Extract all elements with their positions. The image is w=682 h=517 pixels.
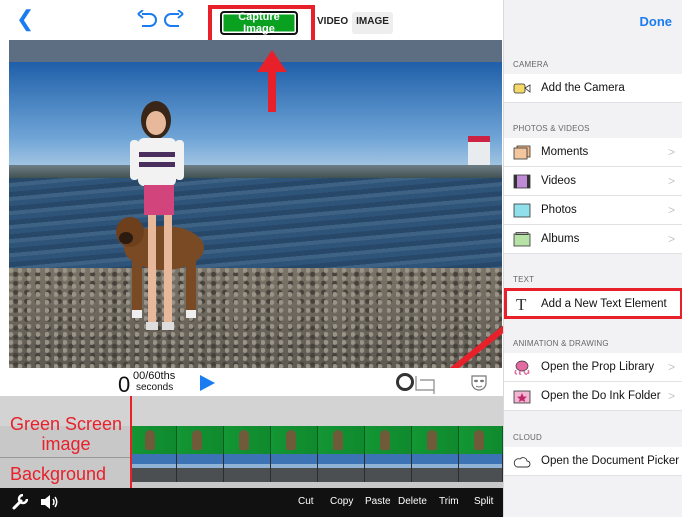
capture-mode-toggle: VIDEO IMAGE [312, 12, 393, 34]
background-annotation: Background [10, 464, 107, 484]
lighthouse [468, 136, 490, 166]
paste-button[interactable]: Paste [365, 496, 391, 507]
redo-icon[interactable] [163, 10, 185, 28]
chevron-right-icon: > [667, 174, 675, 188]
chevron-right-icon: > [667, 145, 675, 159]
playback-bar: 0 00/60ths seconds [0, 368, 503, 397]
background-clip-frame [224, 454, 271, 482]
time-frames-value: 00/60ths [133, 370, 176, 382]
wrench-icon[interactable] [12, 494, 28, 510]
cut-button[interactable]: Cut [298, 496, 314, 507]
add-camera-item[interactable]: Add the Camera [504, 74, 682, 103]
timeline[interactable]: Green Screen image Background [0, 396, 503, 488]
document-picker-item[interactable]: Open the Document Picker [504, 447, 682, 476]
moments-item[interactable]: Moments > [504, 138, 682, 167]
green-screen-clip-frame [177, 426, 224, 454]
octopus-icon [514, 360, 530, 375]
background-clip-frame [271, 454, 318, 482]
copy-button[interactable]: Copy [330, 496, 353, 507]
green-screen-clip-frame [130, 426, 177, 454]
green-screen-clip-frame [365, 426, 412, 454]
split-button[interactable]: Split [474, 496, 493, 507]
background-clip-frame [130, 454, 177, 482]
speaker-icon[interactable] [40, 494, 60, 510]
chevron-right-icon: > [667, 360, 675, 374]
photos-item[interactable]: Photos > [504, 196, 682, 225]
album-icon [513, 231, 531, 246]
section-cloud: CLOUD [513, 433, 543, 442]
do-ink-folder-item[interactable]: Open the Do Ink Folder > [504, 382, 682, 411]
crop-frame-icon[interactable] [412, 374, 450, 394]
section-animation-drawing: ANIMATION & DRAWING [513, 339, 609, 348]
cloud-icon [513, 456, 531, 467]
annotation-arrow-up [257, 50, 287, 112]
background-clip-frame [459, 454, 503, 482]
letterbox-strip [9, 40, 502, 62]
delete-button[interactable]: Delete [398, 496, 427, 507]
sea [9, 178, 502, 270]
albums-item[interactable]: Albums > [504, 225, 682, 254]
bottom-action-bar: Cut Copy Paste Delete Trim Split [0, 488, 503, 517]
background-clip-frame [365, 454, 412, 482]
back-chevron-icon[interactable]: ❮ [16, 8, 34, 30]
green-screen-track[interactable] [130, 426, 503, 454]
green-screen-clip-frame [224, 426, 271, 454]
green-screen-clip-frame [459, 426, 503, 454]
photo-icon [513, 203, 531, 217]
girl-and-dog-figure [116, 101, 204, 330]
playhead[interactable] [130, 396, 132, 488]
composite-preview[interactable] [9, 40, 502, 368]
add-text-element-item[interactable]: T Add a New Text Element [504, 288, 682, 319]
track-divider [0, 457, 130, 458]
green-screen-annotation: Green Screen image [9, 414, 123, 454]
add-content-panel: Done CAMERA Add the Camera PHOTOS & VIDE… [503, 0, 682, 517]
folder-icon [513, 390, 531, 403]
track-labels: Green Screen image Background [0, 396, 130, 488]
capture-image-button[interactable]: Capture Image [220, 11, 298, 35]
time-unit-label: seconds [136, 382, 174, 393]
green-screen-clip-frame [412, 426, 459, 454]
film-icon [513, 174, 531, 188]
background-clip-frame [412, 454, 459, 482]
svg-text:T: T [516, 296, 527, 311]
time-seconds-value: 0 [118, 372, 131, 397]
text-icon: T [516, 296, 527, 311]
section-photos-videos: PHOTOS & VIDEOS [513, 124, 590, 133]
background-track[interactable] [130, 454, 503, 482]
distant-shore [9, 165, 502, 179]
chevron-right-icon: > [667, 232, 675, 246]
background-clip-frame [177, 454, 224, 482]
background-clip-frame [318, 454, 365, 482]
prop-library-item[interactable]: Open the Prop Library > [504, 353, 682, 382]
videos-item[interactable]: Videos > [504, 167, 682, 196]
undo-icon[interactable] [136, 10, 158, 28]
trim-button[interactable]: Trim [439, 496, 459, 507]
sky [9, 62, 502, 170]
green-screen-clip-frame [318, 426, 365, 454]
green-screen-clip-frame [271, 426, 318, 454]
mode-image[interactable]: IMAGE [352, 12, 393, 34]
moments-icon [513, 145, 531, 159]
camera-icon [513, 83, 531, 93]
section-camera: CAMERA [513, 60, 549, 69]
chevron-right-icon: > [667, 389, 675, 403]
mask-icon[interactable] [470, 374, 488, 392]
done-button[interactable]: Done [640, 14, 673, 29]
mode-video[interactable]: VIDEO [316, 12, 352, 34]
chevron-right-icon: > [667, 203, 675, 217]
play-icon[interactable] [200, 375, 215, 391]
section-text: TEXT [513, 275, 535, 284]
